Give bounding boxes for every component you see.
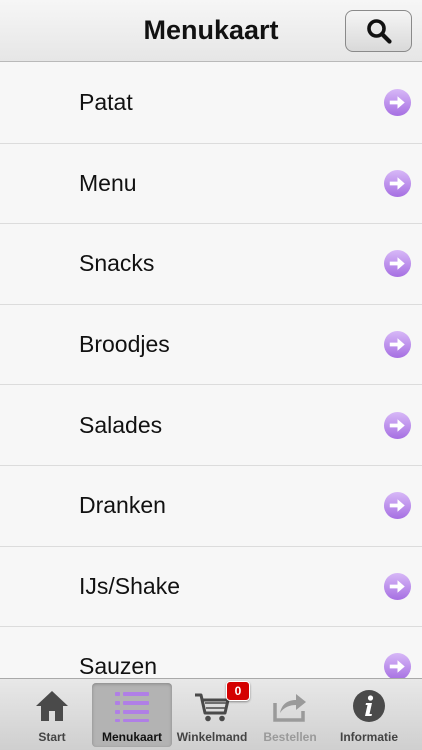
list-item-dranken[interactable]: Dranken [0,466,422,547]
list-item-label: Patat [79,89,133,116]
tab-label: Winkelmand [176,730,248,744]
list-item-label: Menu [79,169,137,196]
search-button[interactable] [345,10,412,52]
tab-label: Informatie [339,730,398,744]
tab-informatie[interactable]: Informatie [329,683,409,747]
cart-count-badge: 0 [226,681,250,701]
list-item-label: Sauzen [79,653,158,678]
search-icon [366,19,392,44]
list-item-label: IJs/Shake [79,572,180,599]
arrow-right-circle-icon[interactable] [383,572,412,601]
arrow-right-circle-icon[interactable] [383,652,412,678]
arrow-right-circle-icon[interactable] [383,88,412,117]
list-item-sauzen[interactable]: Sauzen [0,627,422,678]
tab-label: Start [38,730,66,744]
menu-list: Patat Menu Snacks Broodjes Salades Drank… [0,63,422,678]
tab-start[interactable]: Start [12,683,92,747]
tab-label: Menukaart [101,730,163,744]
nav-bar: Menukaart [0,0,422,62]
arrow-right-circle-icon[interactable] [383,411,412,440]
list-item-label: Dranken [79,492,166,519]
list-item-patat[interactable]: Patat [0,63,422,144]
arrow-right-circle-icon[interactable] [383,491,412,520]
list-item-label: Snacks [79,250,155,277]
tab-menukaart[interactable]: Menukaart [92,683,172,747]
list-item-menu[interactable]: Menu [0,144,422,225]
list-icon [115,692,149,722]
tab-bar: Start Menukaart Winkelmand 0 Bestellen I… [0,678,422,750]
arrow-right-circle-icon[interactable] [383,249,412,278]
info-icon [353,690,385,722]
tab-label: Bestellen [263,730,317,744]
tab-bestellen[interactable]: Bestellen [250,683,330,747]
list-item-snacks[interactable]: Snacks [0,224,422,305]
arrow-right-circle-icon[interactable] [383,330,412,359]
list-item-broodjes[interactable]: Broodjes [0,305,422,386]
cart-icon [195,693,230,722]
list-item-label: Broodjes [79,331,170,358]
share-icon [273,694,306,722]
list-item-salades[interactable]: Salades [0,385,422,466]
list-item-ijs-shake[interactable]: IJs/Shake [0,547,422,628]
arrow-right-circle-icon[interactable] [383,169,412,198]
list-item-label: Salades [79,411,163,438]
home-icon [36,691,68,721]
